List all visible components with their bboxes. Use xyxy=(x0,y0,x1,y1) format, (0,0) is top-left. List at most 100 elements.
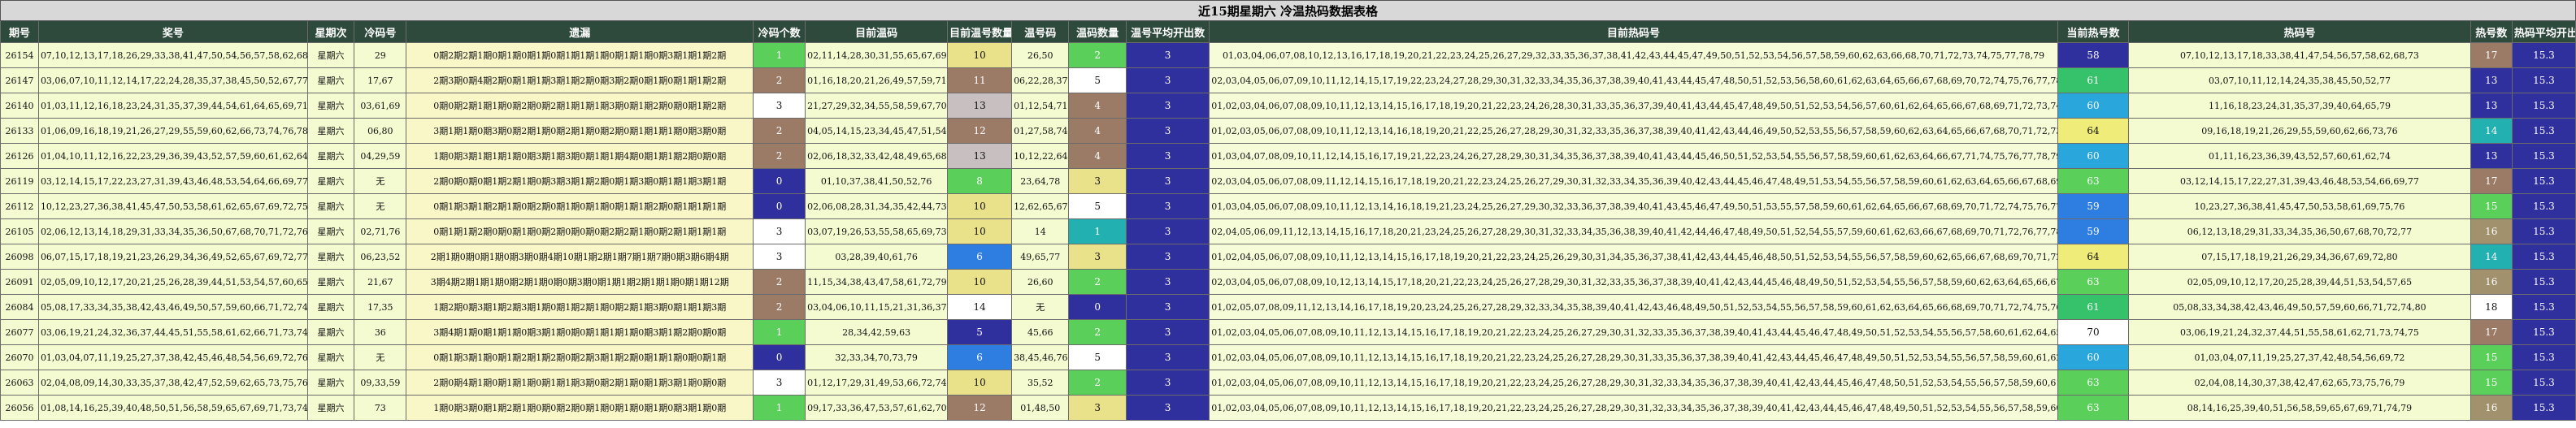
col-header-weekday[interactable]: 星期次 xyxy=(306,20,355,43)
cell-miss: 0期2期2期1期0期1期0期1期0期1期1期1期0期1期1期0期3期1期1期2期 xyxy=(406,42,754,68)
cell-cold-no: 02,71,76 xyxy=(354,218,407,244)
table-row[interactable]: 26119 03,12,14,15,17,22,23,27,31,39,43,46… xyxy=(0,168,2576,194)
cell-hot-count: 15 xyxy=(2470,344,2513,370)
cell-prize: 03,06,19,21,24,32,36,37,44,45,51,55,58,6… xyxy=(37,319,308,345)
table-row[interactable]: 26154 07,10,12,13,17,18,26,29,33,38,41,47… xyxy=(0,42,2576,68)
cell-hot-code: 01,02,03,04,05,06,07,08,09,10,11,12,13,1… xyxy=(1209,395,2058,421)
table-row[interactable]: 26105 02,06,12,13,14,18,29,31,33,34,35,36… xyxy=(0,218,2576,244)
table-row[interactable]: 26098 06,07,15,17,18,19,21,23,26,29,34,36… xyxy=(0,244,2576,270)
cell-warm-no: 23,64,78 xyxy=(1011,168,1070,194)
cell-warm-num: 12 xyxy=(947,118,1013,144)
cell-weekday: 星期六 xyxy=(306,395,355,421)
col-header-hot-avg[interactable]: 热码平均开出 xyxy=(2511,20,2576,43)
cell-hot-no: 08,14,16,25,39,40,51,56,58,59,65,67,69,7… xyxy=(2128,395,2471,421)
table-row[interactable]: 26063 02,04,08,09,14,30,33,35,37,38,42,47… xyxy=(0,370,2576,396)
col-header-warm-count[interactable]: 温码数量 xyxy=(1068,20,1127,43)
cell-warm-avg: 3 xyxy=(1125,67,1210,93)
cell-warm-num: 10 xyxy=(947,269,1013,295)
cell-miss: 2期0期0期0期1期2期1期0期3期3期1期2期0期1期3期0期1期1期3期1期 xyxy=(406,168,754,194)
col-header-warm-num[interactable]: 目前温号数量 xyxy=(947,20,1013,43)
cell-warm-num: 10 xyxy=(947,370,1013,396)
col-header-cold-no[interactable]: 冷码号 xyxy=(354,20,407,43)
cell-warm-avg: 3 xyxy=(1125,269,1210,295)
col-header-hot-num[interactable]: 当前热号数 xyxy=(2057,20,2130,43)
cell-miss: 0期1期3期1期2期1期0期2期0期1期0期1期0期1期1期2期0期1期1期1期 xyxy=(406,193,754,219)
cell-weekday: 星期六 xyxy=(306,67,355,93)
cell-warm-no: 10,12,22,64 xyxy=(1011,143,1070,169)
cell-hot-num: 58 xyxy=(2057,42,2130,68)
cell-warm-avg: 3 xyxy=(1125,118,1210,144)
table-row[interactable]: 26112 10,12,23,27,36,38,41,45,47,50,53,58… xyxy=(0,193,2576,219)
cold-hot-table: 近15期星期六 冷温热码数据表格 期号 奖号 星期次 冷码号 遗漏 冷码个数 目… xyxy=(0,0,2576,421)
cell-warm-code: 02,11,14,28,30,31,55,65,67,69 xyxy=(805,42,949,68)
cell-warm-count: 2 xyxy=(1068,370,1127,396)
table-row[interactable]: 26091 02,05,09,10,12,17,20,21,25,26,28,39… xyxy=(0,269,2576,295)
cell-weekday: 星期六 xyxy=(306,294,355,320)
cell-cold-no: 无 xyxy=(354,344,407,370)
cell-hot-count: 15 xyxy=(2470,193,2513,219)
cell-hot-count: 14 xyxy=(2470,118,2513,144)
col-header-cold-count[interactable]: 冷码个数 xyxy=(753,20,806,43)
cell-hot-avg: 15.3 xyxy=(2511,344,2576,370)
cell-warm-num: 6 xyxy=(947,244,1013,270)
cell-hot-no: 01,11,16,23,36,39,43,52,57,60,61,62,74 xyxy=(2128,143,2471,169)
cell-warm-code: 01,16,18,20,21,26,49,57,59,71,73 xyxy=(805,67,949,93)
cell-cold-no: 无 xyxy=(354,168,407,194)
cell-hot-code: 01,03,04,05,06,07,08,09,10,11,12,13,14,1… xyxy=(1209,193,2058,219)
cell-hot-code: 01,03,04,06,07,08,10,12,13,16,17,18,19,2… xyxy=(1209,42,2058,68)
cell-cold-no: 21,67 xyxy=(354,269,407,295)
cell-hot-num: 64 xyxy=(2057,118,2130,144)
table-row[interactable]: 26126 01,04,10,11,12,16,22,23,29,36,39,43… xyxy=(0,143,2576,169)
table-row[interactable]: 26070 01,03,04,07,11,19,25,27,37,38,42,45… xyxy=(0,344,2576,370)
table-row[interactable]: 26084 05,08,17,33,34,35,38,42,43,46,49,50… xyxy=(0,294,2576,320)
cell-cold-no: 17,35 xyxy=(354,294,407,320)
col-header-miss[interactable]: 遗漏 xyxy=(406,20,754,43)
col-header-prize[interactable]: 奖号 xyxy=(37,20,308,43)
table-row[interactable]: 26133 01,06,09,16,18,19,21,26,27,29,55,59… xyxy=(0,118,2576,144)
cell-warm-count: 4 xyxy=(1068,118,1127,144)
cell-hot-count: 13 xyxy=(2470,93,2513,119)
col-header-warm-avg[interactable]: 温号平均开出数 xyxy=(1125,20,1210,43)
cell-weekday: 星期六 xyxy=(306,93,355,119)
cell-hot-code: 02,03,04,05,06,07,09,10,11,12,14,15,17,1… xyxy=(1209,67,2058,93)
cell-hot-no: 03,12,14,15,17,22,27,31,39,43,46,48,53,5… xyxy=(2128,168,2471,194)
cell-issue: 26063 xyxy=(0,370,39,396)
table-body: 26154 07,10,12,13,17,18,26,29,33,38,41,47… xyxy=(0,42,2576,421)
cell-warm-no: 06,22,28,37,79 xyxy=(1011,67,1070,93)
cell-issue: 26105 xyxy=(0,218,39,244)
col-header-hot-code[interactable]: 目前热码号 xyxy=(1209,20,2058,43)
table-row[interactable]: 26147 03,06,07,10,11,12,14,17,22,24,28,35… xyxy=(0,67,2576,93)
cell-hot-code: 01,02,03,04,06,07,08,09,10,11,12,13,14,1… xyxy=(1209,93,2058,119)
table-row[interactable]: 26140 01,03,11,12,16,18,23,24,31,35,37,39… xyxy=(0,93,2576,119)
cell-hot-num: 61 xyxy=(2057,67,2130,93)
cell-hot-code: 01,02,03,04,05,06,07,08,09,10,11,12,13,1… xyxy=(1209,319,2058,345)
cell-warm-code: 21,27,29,32,34,55,58,59,67,70,72,74,80 xyxy=(805,93,949,119)
cell-cold-count: 3 xyxy=(753,218,806,244)
cell-warm-num: 8 xyxy=(947,168,1013,194)
cell-issue: 26133 xyxy=(0,118,39,144)
col-header-issue[interactable]: 期号 xyxy=(0,20,39,43)
cell-warm-avg: 3 xyxy=(1125,370,1210,396)
cell-issue: 26077 xyxy=(0,319,39,345)
cell-warm-no: 14 xyxy=(1011,218,1070,244)
cell-weekday: 星期六 xyxy=(306,218,355,244)
cell-warm-code: 03,04,06,10,11,15,21,31,36,37,44,45,67,7… xyxy=(805,294,949,320)
cell-warm-count: 4 xyxy=(1068,143,1127,169)
cell-cold-count: 3 xyxy=(753,93,806,119)
col-header-warm-no[interactable]: 温号码 xyxy=(1011,20,1070,43)
col-header-hot-no[interactable]: 热码号 xyxy=(2128,20,2471,43)
cell-miss: 0期1期3期1期0期1期2期1期2期0期2期3期1期2期0期1期1期0期0期1期 xyxy=(406,344,754,370)
cell-miss: 1期2期0期3期1期2期3期1期0期1期2期1期0期2期1期3期0期1期1期3期 xyxy=(406,294,754,320)
cell-hot-num: 64 xyxy=(2057,244,2130,270)
col-header-warm-code[interactable]: 目前温码 xyxy=(805,20,949,43)
table-row[interactable]: 26077 03,06,19,21,24,32,36,37,44,45,51,55… xyxy=(0,319,2576,345)
cell-cold-count: 0 xyxy=(753,193,806,219)
cell-warm-code: 02,06,18,32,33,42,48,49,65,68,69,70,72 xyxy=(805,143,949,169)
table-row[interactable]: 26056 01,08,14,16,25,39,40,48,50,51,56,58… xyxy=(0,395,2576,421)
cell-miss: 1期0期3期0期1期2期1期0期0期2期0期1期0期1期0期1期0期3期1期0期 xyxy=(406,395,754,421)
cell-warm-avg: 3 xyxy=(1125,244,1210,270)
cell-hot-no: 03,07,10,11,12,14,24,35,38,45,50,52,77 xyxy=(2128,67,2471,93)
col-header-hot-count[interactable]: 热号数 xyxy=(2470,20,2513,43)
cell-hot-count: 13 xyxy=(2470,67,2513,93)
cell-issue: 26112 xyxy=(0,193,39,219)
